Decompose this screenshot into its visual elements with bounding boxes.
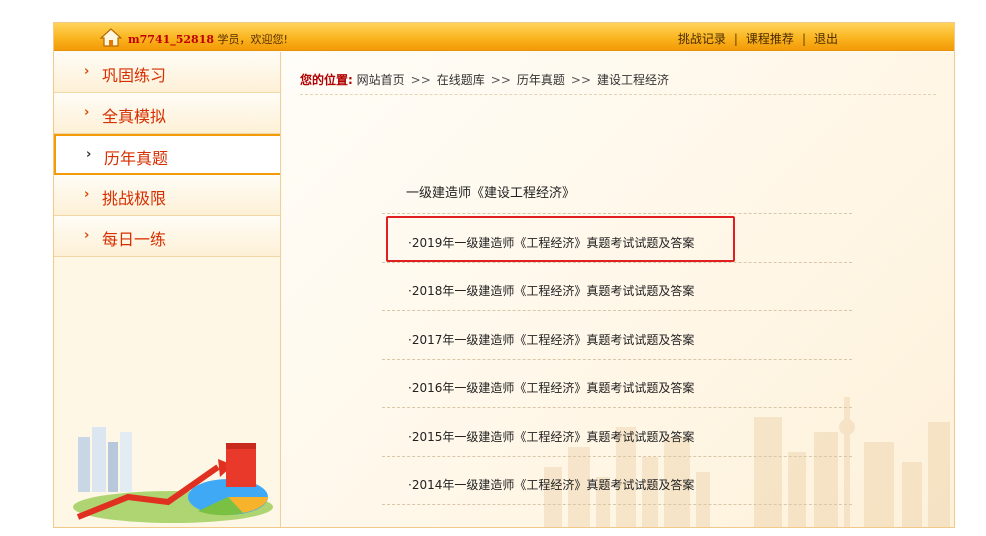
sidebar-item-label: 历年真题 [104,149,169,168]
logout-link[interactable]: 退出 [814,32,838,46]
app-frame: m7741_52818 学员，欢迎您! 挑战记录 | 课程推荐 | 退出 › 巩固练习 … [53,22,955,528]
sidebar-item-practice[interactable]: › 巩固练习 [54,52,280,93]
course-recommend-link[interactable]: 课程推荐 [746,32,794,46]
list-divider [382,213,852,214]
sidebar-item-challenge[interactable]: › 挑战极限 [54,175,280,216]
list-divider [382,456,852,457]
top-links: 挑战记录 | 课程推荐 | 退出 [678,30,838,47]
challenge-record-link[interactable]: 挑战记录 [678,32,726,46]
chevron-right-icon: › [84,187,90,202]
exam-link-2016[interactable]: ·2016年一级建造师《工程经济》真题考试试题及答案 [408,379,694,396]
main-content: 您的位置: 网站首页 >> 在线题库 >> 历年真题 >> 建设工程经济 一级建造师《建设工… [282,52,954,527]
chevron-right-icon: › [84,64,90,79]
list-divider [382,504,852,505]
breadcrumb: 您的位置: 网站首页 >> 在线题库 >> 历年真题 >> 建设工程经济 [300,71,669,88]
breadcrumb-home[interactable]: 网站首页 [357,73,405,87]
chevron-right-icon: › [86,147,92,162]
breadcrumb-divider [300,94,936,95]
sidebar-item-label: 全真模拟 [102,107,167,126]
sidebar: › 巩固练习 › 全真模拟 › 历年真题 › 挑战极限 › 每日一练 [54,52,281,527]
exam-link-2017[interactable]: ·2017年一级建造师《工程经济》真题考试试题及答案 [408,331,694,348]
chevron-right-icon: › [84,228,90,243]
exam-link-2014[interactable]: ·2014年一级建造师《工程经济》真题考试试题及答案 [408,476,694,493]
breadcrumb-question-bank[interactable]: 在线题库 [437,73,485,87]
highlight-box [386,216,735,262]
home-icon[interactable] [100,28,122,47]
exam-link-2018[interactable]: ·2018年一级建造师《工程经济》真题考试试题及答案 [408,282,694,299]
greeting-text: 学员，欢迎您! [217,33,288,46]
sidebar-item-past-exams[interactable]: › 历年真题 [54,134,280,175]
link-separator: | [801,32,806,46]
breadcrumb-separator: >> [490,73,511,87]
city-skyline-background [544,397,950,527]
sidebar-item-label: 每日一练 [102,230,167,249]
sidebar-item-mock-exam[interactable]: › 全真模拟 [54,93,280,134]
breadcrumb-current: 建设工程经济 [597,73,670,87]
breadcrumb-past-exams[interactable]: 历年真题 [517,73,565,87]
city-growth-chart-illustration [73,427,273,523]
breadcrumb-separator: >> [410,73,431,87]
sidebar-item-label: 挑战极限 [102,189,167,208]
exam-link-2015[interactable]: ·2015年一级建造师《工程经济》真题考试试题及答案 [408,428,694,445]
chevron-right-icon: › [84,105,90,120]
link-separator: | [733,32,738,46]
user-greeting: m7741_52818 学员，欢迎您! [128,31,288,47]
sidebar-item-label: 巩固练习 [102,66,167,85]
list-divider [382,407,852,408]
list-divider [382,359,852,360]
username: m7741_52818 [128,33,215,46]
section-title: 一级建造师《建设工程经济》 [406,186,576,201]
list-divider [382,262,852,263]
breadcrumb-prefix: 您的位置: [300,73,353,87]
sidebar-item-daily[interactable]: › 每日一练 [54,216,280,257]
breadcrumb-separator: >> [570,73,592,87]
list-divider [382,310,852,311]
top-bar: m7741_52818 学员，欢迎您! 挑战记录 | 课程推荐 | 退出 [54,23,954,51]
